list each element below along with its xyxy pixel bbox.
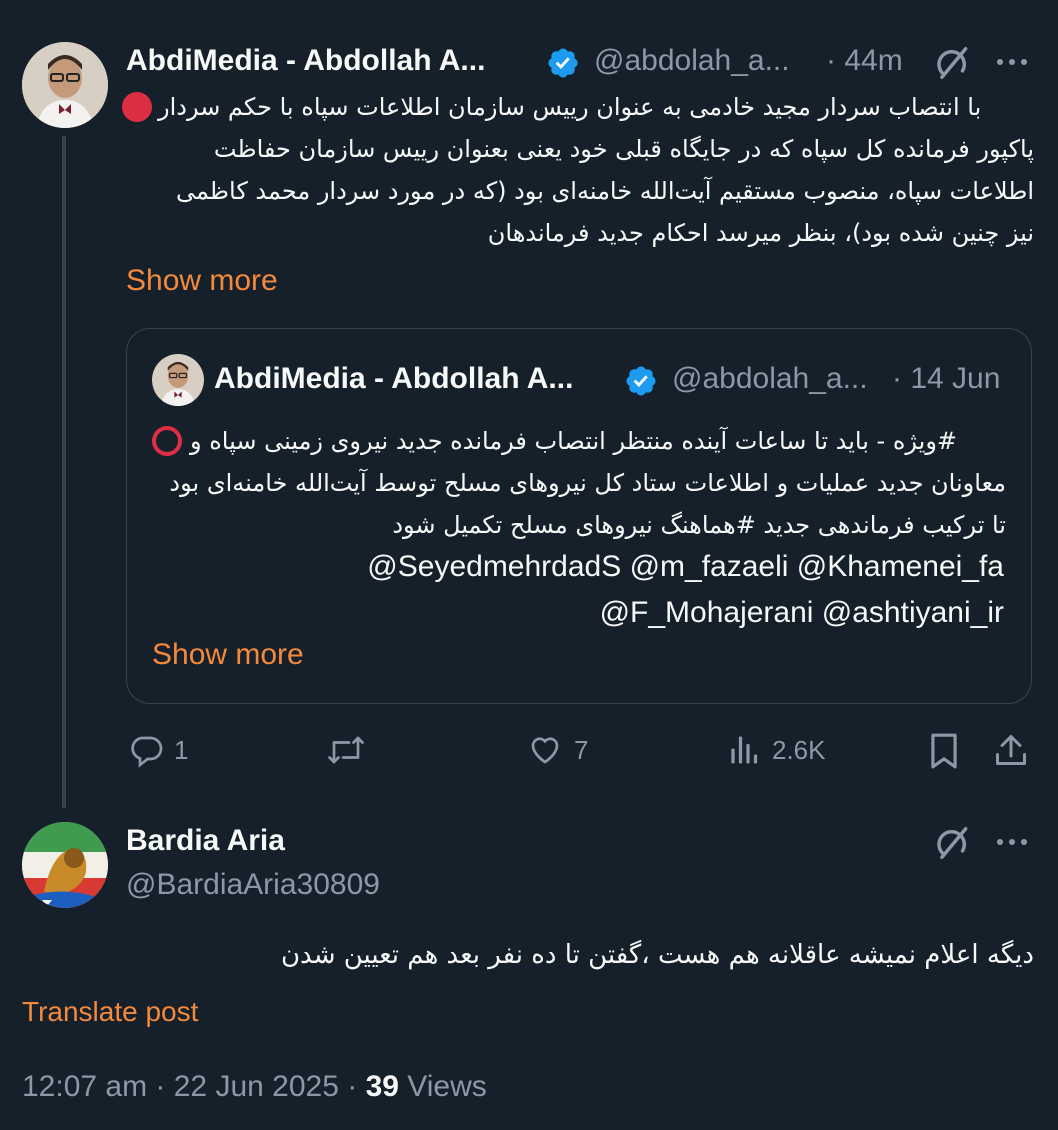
author-handle[interactable]: @abdolah_a... [594,44,790,78]
views-button[interactable]: 2.6K [728,732,826,768]
views-number: 39 [365,1070,399,1103]
quoted-text-line: تا ترکیب فرماندهی جدید #هماهنگ نیروهای م… [392,511,1006,539]
thread-line [62,136,66,808]
post-text: با انتصاب سردار مجید خادمی به عنوان رییس… [120,86,1034,254]
show-more-link[interactable]: Show more [126,264,278,298]
quoted-post-time[interactable]: · 14 Jun [892,362,1000,396]
like-icon [526,732,564,768]
reply-button[interactable]: 1 [128,732,188,768]
grok-icon[interactable] [934,44,972,82]
post-text-line: اطلاعات سپاه، منصوب مستقیم آیت‌الله خامن… [176,177,1034,205]
like-button[interactable]: 7 [526,732,588,768]
post-time[interactable]: · 44m [826,44,903,78]
repost-button[interactable] [326,732,376,768]
quoted-text-line: #ویژه - باید تا ساعات آینده منتظر انتصاب… [190,427,958,455]
mentions-line[interactable]: @F_Mohajerani @ashtiyani_ir [600,596,1004,630]
author-name[interactable]: AbdiMedia - Abdollah A... [126,44,485,78]
post-text: دیگه اعلام نمیشه عاقلانه هم هست ،گفتن تا… [280,940,1034,970]
quoted-show-more-link[interactable]: Show more [152,638,304,672]
quoted-post-text: #ویژه - باید تا ساعات آینده منتظر انتصاب… [150,420,1006,546]
repost-icon [326,732,366,768]
post-text-line: پاکپور فرمانده کل سپاه که در جایگاه قبلی… [213,135,1034,163]
views-icon [728,732,762,768]
grok-icon[interactable] [934,824,972,862]
verified-icon [624,364,658,398]
post-text-line: با انتصاب سردار مجید خادمی به عنوان رییس… [158,93,982,121]
share-icon[interactable] [994,732,1028,768]
red-circle-icon [120,90,154,124]
translate-post-link[interactable]: Translate post [22,996,198,1028]
views-label: Views [407,1070,487,1103]
mentions-line[interactable]: @SeyedmehrdadS @m_fazaeli @Khamenei_fa [367,550,1004,584]
reply-count: 1 [174,734,189,765]
avatar[interactable] [22,822,108,908]
post-timestamp[interactable]: 12:07 am · 22 Jun 2025 · [22,1070,357,1103]
views-count: 2.6K [772,734,826,765]
post-metadata: 12:07 am · 22 Jun 2025 · 39 Views [22,1070,487,1104]
reply-icon [128,732,164,768]
bookmark-icon[interactable] [928,732,960,770]
quoted-text-line: معاونان جدید عملیات و اطلاعات ستاد کل نی… [169,469,1006,497]
more-icon[interactable] [994,832,1030,852]
verified-icon [546,46,580,80]
author-name[interactable]: Bardia Aria [126,824,285,858]
author-handle[interactable]: @BardiaAria30809 [126,868,380,902]
post-text-line: نیز چنین شده بود)، بنظر میرسد احکام جدید… [487,219,1034,247]
avatar[interactable] [152,354,204,406]
avatar[interactable] [22,42,108,128]
more-icon[interactable] [994,52,1030,72]
quoted-author-name[interactable]: AbdiMedia - Abdollah A... [214,362,573,396]
quoted-author-handle[interactable]: @abdolah_a... [672,362,868,396]
red-ring-icon [150,424,184,458]
like-count: 7 [574,734,589,765]
